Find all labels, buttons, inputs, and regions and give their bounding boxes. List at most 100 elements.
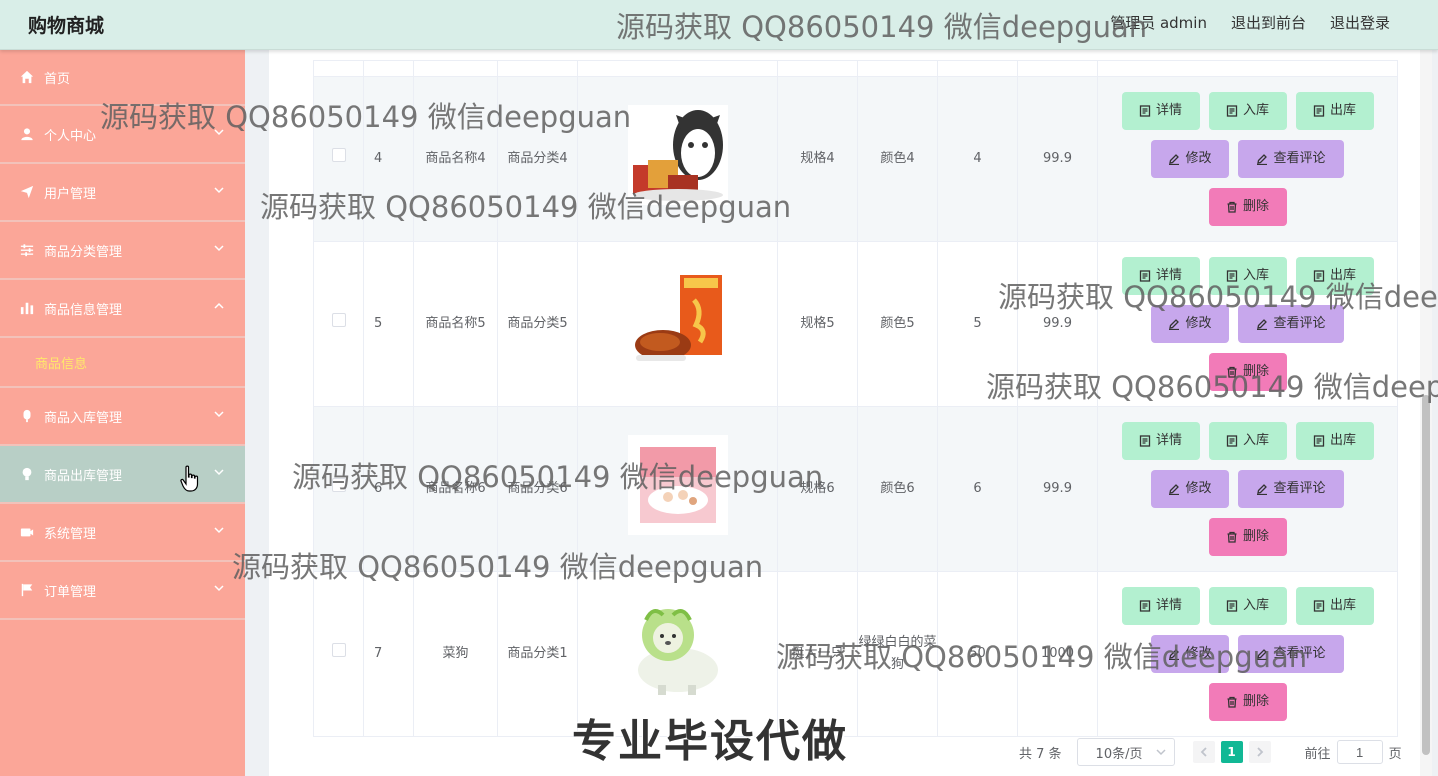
sidebar-item-label: 商品入库管理 [44,410,123,426]
main-content: 4 商品名称4 商品分类4 规格4 颜色4 4 99.9 详情 入库 出库 修改… [245,50,1438,776]
edit-button[interactable]: 修改 [1151,140,1229,178]
cell-price: 99.9 [1017,406,1098,572]
table-row: 7 菜狗 商品分类1 挺大一只 绿绿白白的菜狗 50 1000 详情 入库 出库… [313,571,1398,737]
stock-in-button[interactable]: 入库 [1208,92,1287,130]
sidebar-item-stock-in[interactable]: 商品入库管理 [0,388,245,446]
vertical-scrollbar[interactable] [1420,50,1432,776]
detail-button[interactable]: 详情 [1121,587,1200,625]
row-checkbox[interactable] [331,148,346,162]
pencil-icon [1169,319,1180,330]
stock-out-button[interactable]: 出库 [1295,422,1374,460]
cell-id: 6 [363,406,414,572]
sidebar-item-profile[interactable]: 个人中心 [0,106,245,164]
cell-color: 绿绿白白的菜狗 [857,571,938,737]
flag-icon [20,583,34,597]
bar-chart-icon [20,301,34,315]
product-image [627,435,728,535]
row-actions: 详情 入库 出库 修改 查看评论 删除 [1098,587,1397,721]
table-row: 4 商品名称4 商品分类4 规格4 颜色4 4 99.9 详情 入库 出库 修改… [313,76,1398,242]
detail-button[interactable]: 详情 [1121,92,1200,130]
stock-out-button[interactable]: 出库 [1295,587,1374,625]
chevron-left-icon [1200,747,1207,757]
cell-id: 7 [363,571,414,737]
chevron-down-icon [213,408,225,420]
sidebar-item-category[interactable]: 商品分类管理 [0,222,245,280]
goto-page-input[interactable] [1336,740,1383,764]
trash-icon [1227,201,1237,213]
back-to-front-link[interactable]: 退出到前台 [1231,12,1306,33]
next-page-button[interactable] [1248,741,1271,763]
stock-in-button[interactable]: 入库 [1208,587,1287,625]
sidebar-item-stock-out[interactable]: 商品出库管理 [0,446,245,504]
sidebar-item-orders[interactable]: 订单管理 [0,562,245,620]
submenu-item-product-info[interactable]: 商品信息 [0,338,245,388]
document-icon [1313,600,1325,612]
product-image [627,105,728,205]
trash-icon [1227,366,1237,378]
detail-button[interactable]: 详情 [1121,257,1200,295]
product-image [627,270,728,370]
sidebar-item-label: 商品信息管理 [44,302,123,318]
document-icon [1313,105,1325,117]
chevron-down-icon [213,126,225,138]
row-checkbox[interactable] [331,478,346,492]
admin-user-label: 管理员 admin [1110,14,1207,32]
sidebar-item-product-info[interactable]: 商品信息管理 [0,280,245,338]
scrollbar-thumb[interactable] [1422,395,1430,755]
detail-button[interactable]: 详情 [1121,422,1200,460]
edit-button[interactable]: 修改 [1151,635,1229,673]
stock-in-button[interactable]: 入库 [1208,257,1287,295]
stock-out-button[interactable]: 出库 [1295,92,1374,130]
logout-link[interactable]: 退出登录 [1330,12,1390,33]
view-comments-button[interactable]: 查看评论 [1238,635,1344,673]
delete-button[interactable]: 删除 [1208,518,1287,556]
goto-label: 前往 [1304,746,1331,762]
sidebar-item-home[interactable]: 首页 [0,50,245,106]
chevron-down-icon [213,242,225,254]
page-number-current[interactable]: 1 [1220,741,1243,763]
chevron-down-icon [213,524,225,536]
pencil-icon [1257,319,1268,330]
page-size-select[interactable]: 10条/页 [1076,738,1175,766]
product-table: 4 商品名称4 商品分类4 规格4 颜色4 4 99.9 详情 入库 出库 修改… [313,60,1398,737]
view-comments-button[interactable]: 查看评论 [1238,140,1344,178]
view-comments-button[interactable]: 查看评论 [1238,305,1344,343]
cell-spec: 规格4 [777,76,858,242]
cell-color: 颜色6 [857,406,938,572]
delete-button[interactable]: 删除 [1208,683,1287,721]
sidebar-item-users[interactable]: 用户管理 [0,164,245,222]
stock-in-button[interactable]: 入库 [1208,422,1287,460]
edit-button[interactable]: 修改 [1151,470,1229,508]
chevron-down-icon [1156,749,1166,756]
table-row: 6 商品名称6 商品分类6 规格6 颜色6 6 99.9 详情 入库 出库 修改… [313,406,1398,572]
prev-page-button[interactable] [1192,741,1215,763]
pagination-total: 共 7 条 [1019,746,1062,762]
chevron-down-icon [213,582,225,594]
stock-out-button[interactable]: 出库 [1295,257,1374,295]
cell-qty: 5 [937,241,1018,407]
delete-button[interactable]: 删除 [1208,188,1287,226]
document-icon [1139,270,1151,282]
sidebar: 首页 个人中心 用户管理 商品分类管理 商品信息管理 商品信息 商品入库管理 商… [0,50,245,776]
delete-button[interactable]: 删除 [1208,353,1287,391]
table-row-partial [313,60,1398,77]
cell-color: 颜色5 [857,241,938,407]
cell-id: 5 [363,241,414,407]
page-size-value: 10条/页 [1095,746,1143,762]
document-icon [1313,435,1325,447]
user-icon [20,127,34,141]
watermark-banner: 专业毕设代做 [572,716,848,767]
view-comments-button[interactable]: 查看评论 [1238,470,1344,508]
cell-name: 商品名称4 [413,76,498,242]
row-actions: 详情 入库 出库 修改 查看评论 删除 [1098,257,1397,391]
edit-button[interactable]: 修改 [1151,305,1229,343]
sidebar-item-label: 个人中心 [44,128,97,144]
row-checkbox[interactable] [331,643,346,657]
row-checkbox[interactable] [331,313,346,327]
product-image [627,600,728,700]
document-icon [1139,600,1151,612]
document-icon [1226,270,1238,282]
table-card: 4 商品名称4 商品分类4 规格4 颜色4 4 99.9 详情 入库 出库 修改… [269,50,1421,776]
cell-category: 商品分类4 [497,76,578,242]
sidebar-item-system[interactable]: 系统管理 [0,504,245,562]
